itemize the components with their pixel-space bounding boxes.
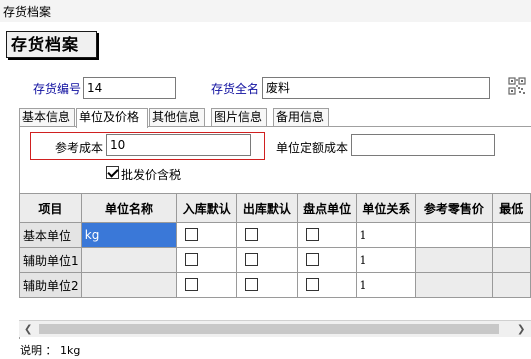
horizontal-scrollbar[interactable]: ❮ ❯ [19, 320, 531, 337]
out-default-checkbox[interactable] [245, 278, 259, 291]
count-unit-cell [296, 247, 358, 273]
inventory-code-field[interactable]: 14 [83, 77, 176, 99]
minimum-price-cell[interactable] [491, 272, 531, 298]
scroll-right-icon[interactable]: ❯ [517, 324, 525, 335]
in-default-cell [176, 222, 238, 248]
window-titlebar: 存货档案 [0, 0, 531, 22]
inventory-name-field[interactable]: 废料 [262, 77, 490, 99]
in-default-checkbox[interactable] [185, 228, 199, 241]
unit-name-cell[interactable] [80, 272, 178, 298]
count-unit-checkbox[interactable] [305, 253, 319, 266]
column-header-unit-relation[interactable]: 单位关系 [356, 193, 417, 223]
count-unit-cell [296, 272, 358, 298]
inventory-name-label: 存货全名 [211, 82, 260, 96]
count-unit-cell [296, 222, 358, 248]
column-header-out-default[interactable]: 出库默认 [236, 193, 298, 223]
unit-relation-cell[interactable]: 1 [356, 222, 417, 248]
inventory-record-button[interactable]: 存货档案 [6, 31, 97, 58]
unit-grid: 项目 单位名称 入库默认 出库默认 盘点单位 单位关系 参考零售价 最低 基本单… [19, 193, 531, 320]
out-default-cell [236, 272, 298, 298]
tab-basic-info[interactable]: 基本信息 [19, 108, 75, 127]
table-row[interactable]: 基本单位 kg 1 [19, 222, 531, 248]
count-unit-checkbox[interactable] [305, 278, 319, 291]
unit-relation-cell[interactable]: 1 [356, 272, 417, 298]
tab-other-info[interactable]: 其他信息 [149, 108, 205, 127]
unit-name-cell[interactable] [80, 247, 178, 273]
in-default-checkbox[interactable] [185, 253, 199, 266]
in-default-cell [176, 247, 238, 273]
retail-price-cell[interactable] [415, 272, 493, 298]
inventory-code-label: 存货编号 [33, 82, 82, 96]
standard-cost-field[interactable] [351, 134, 495, 156]
row-item-label: 辅助单位2 [19, 272, 82, 298]
in-default-checkbox[interactable] [185, 278, 199, 291]
wholesale-tax-label: 批发价含税 [121, 168, 182, 182]
reference-cost-label: 参考成本 [55, 141, 104, 155]
row-item-label: 辅助单位1 [19, 247, 82, 273]
window-title: 存货档案 [3, 5, 52, 19]
row-item-label: 基本单位 [19, 222, 82, 248]
out-default-cell [236, 247, 298, 273]
tab-units-prices[interactable]: 单位及价格 [76, 108, 148, 128]
unit-name-cell[interactable]: kg [80, 222, 178, 248]
column-header-retail-price[interactable]: 参考零售价 [415, 193, 493, 223]
reference-cost-field[interactable]: 10 [106, 134, 251, 156]
tab-image-info[interactable]: 图片信息 [211, 108, 267, 127]
column-header-in-default[interactable]: 入库默认 [176, 193, 238, 223]
grid-header-row: 项目 单位名称 入库默认 出库默认 盘点单位 单位关系 参考零售价 最低 [19, 193, 531, 223]
status-description: 说明 ： 1kg [20, 344, 81, 357]
tab-backup-info[interactable]: 备用信息 [273, 108, 329, 127]
in-default-cell [176, 272, 238, 298]
out-default-checkbox[interactable] [245, 253, 259, 266]
scrollbar-thumb[interactable] [39, 324, 499, 334]
out-default-checkbox[interactable] [245, 228, 259, 241]
count-unit-checkbox[interactable] [305, 228, 319, 241]
qr-code-icon[interactable] [508, 77, 526, 95]
minimum-price-cell[interactable] [491, 247, 531, 273]
out-default-cell [236, 222, 298, 248]
retail-price-cell[interactable] [415, 222, 493, 248]
table-row[interactable]: 辅助单位2 1 [19, 272, 531, 298]
column-header-minimum[interactable]: 最低 [491, 193, 531, 223]
retail-price-cell[interactable] [415, 247, 493, 273]
table-row[interactable]: 辅助单位1 1 [19, 247, 531, 273]
column-header-count-unit[interactable]: 盘点单位 [296, 193, 358, 223]
minimum-price-cell[interactable] [491, 222, 531, 248]
column-header-unit-name[interactable]: 单位名称 [80, 193, 178, 223]
column-header-item[interactable]: 项目 [19, 193, 82, 223]
wholesale-tax-checkbox[interactable] [106, 166, 119, 179]
standard-cost-label: 单位定额成本 [276, 141, 349, 155]
unit-relation-cell[interactable]: 1 [356, 247, 417, 273]
scroll-left-icon[interactable]: ❮ [24, 324, 32, 335]
